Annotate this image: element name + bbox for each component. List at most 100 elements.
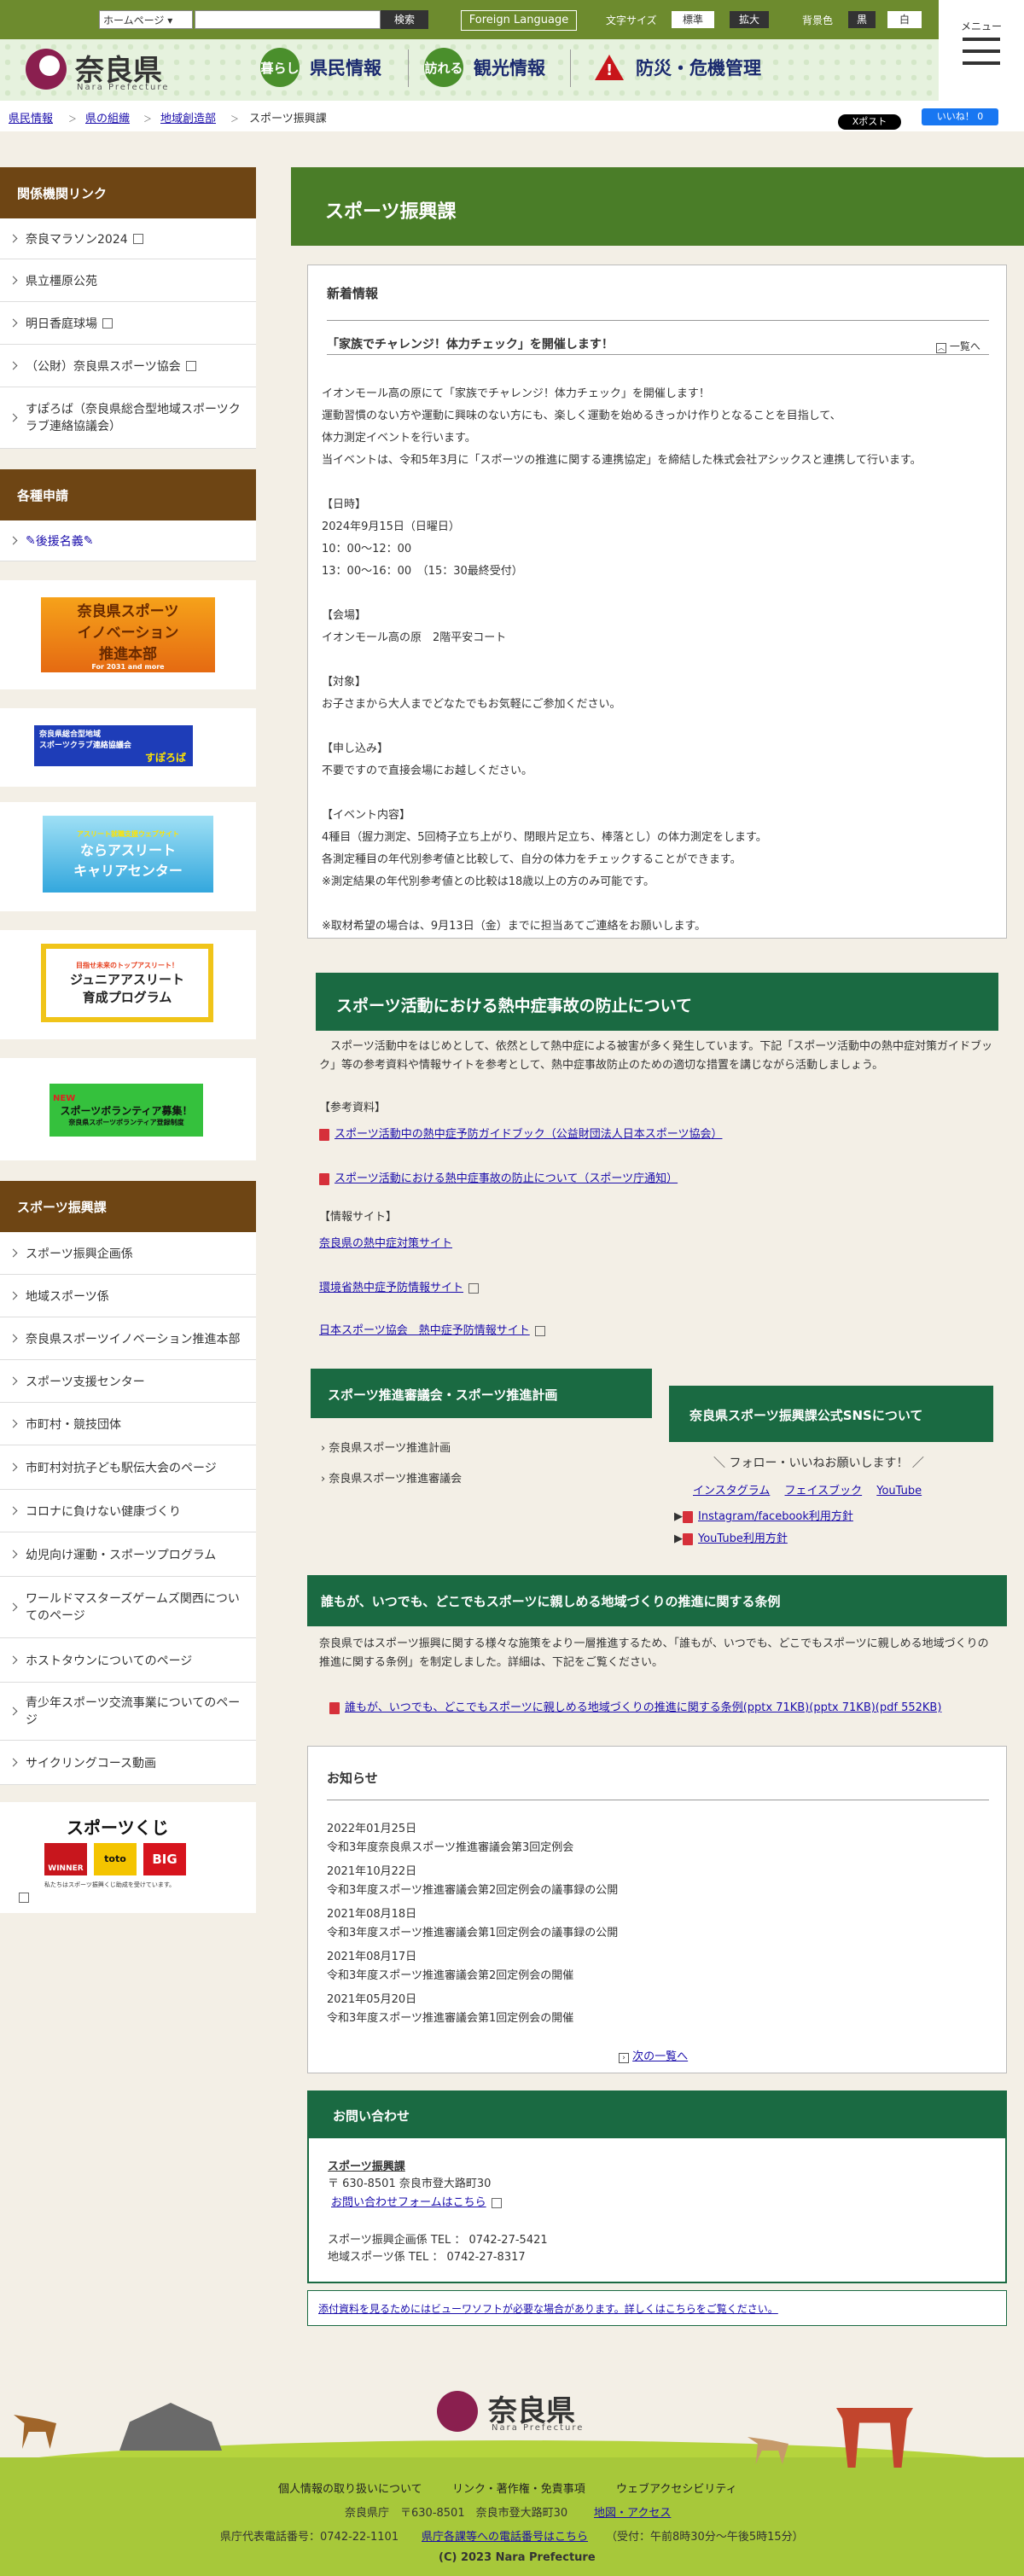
breadcrumb-org[interactable]: 県の組織 xyxy=(85,109,130,125)
sidebar-link-sports-assoc[interactable]: （公財）奈良県スポーツ協会 xyxy=(0,345,256,387)
contact-form-link[interactable]: お問い合わせフォームはこちら xyxy=(331,2193,502,2209)
bg-black-button[interactable]: 黒 xyxy=(848,11,876,28)
news-line xyxy=(322,649,996,672)
site-select[interactable]: ホームページ ▾ xyxy=(99,10,193,29)
ordinance-file-link[interactable]: 誰もが、いつでも、どこでもスポーツに親しめる地域づくりの推進に関する条例(ppt… xyxy=(329,1698,941,1714)
logo-mark-icon xyxy=(26,49,67,90)
news-line: イオンモール高の原 2階平安コート xyxy=(322,631,507,644)
footer-link-accessibility[interactable]: ウェブアクセシビリティ xyxy=(616,2480,737,2496)
font-standard-button[interactable]: 標準 xyxy=(672,11,714,28)
external-link-icon xyxy=(185,360,196,371)
sidebar-link-municipality[interactable]: 市町村・競技団体 xyxy=(0,1403,256,1445)
page-title: スポーツ振興課 xyxy=(325,201,457,223)
contact-tel-community: 地域スポーツ係 TEL ： 0742-27-8317 xyxy=(328,2251,526,2264)
news-list-link[interactable]: ︿ 一覧へ xyxy=(936,339,980,353)
font-large-button[interactable]: 拡大 xyxy=(730,11,769,28)
council-link-plan[interactable]: › 奈良県スポーツ推進計画 xyxy=(321,1439,451,1455)
footer-link-copyright[interactable]: リンク・著作権・免責事項 xyxy=(452,2480,585,2496)
notice-item[interactable]: 2021年08月17日 令和3年度スポーツ推進審議会第2回定例会の開催 xyxy=(327,1948,989,1991)
banner-junior-athlete[interactable]: 目指せ未来のトップアスリート！ ジュニアアスリート 育成プログラム xyxy=(41,944,213,1022)
ref-link-guidebook[interactable]: スポーツ活動中の熱中症予防ガイドブック（公益財団法人日本スポーツ協会） xyxy=(319,1125,722,1141)
menu-button[interactable]: メニュー xyxy=(939,0,1024,85)
sidebar-link-community-sports[interactable]: 地域スポーツ係 xyxy=(0,1275,256,1317)
sns-follow-text: ＼ フォロー・いいねお願いします！ ／ xyxy=(713,1457,924,1470)
site-link-nara[interactable]: 奈良県の熱中症対策サイト xyxy=(319,1234,452,1250)
footer-link-privacy[interactable]: 個人情報の取り扱いについて xyxy=(278,2480,422,2496)
news-line: ※取材希望の場合は、9月13日（金）までに担当あてご連絡をお願いします。 xyxy=(322,920,707,933)
notices-next-link[interactable]: › 次の一覧へ xyxy=(619,2047,688,2063)
pdf-icon xyxy=(329,1701,340,1714)
notice-item[interactable]: 2022年01月25日令和3年度奈良県スポーツ推進審議会第3回定例会 xyxy=(327,1820,989,1863)
sidebar-link-host-town[interactable]: ホストタウンについてのページ xyxy=(0,1638,256,1683)
contact-panel: お問い合わせ スポーツ振興課 〒 630-8501 奈良市登大路町30 お問い合… xyxy=(307,2090,1007,2283)
notice-date: 2021年10月22日 xyxy=(327,1865,417,1878)
banner-sports-innovation[interactable]: 奈良県スポーツ イノベーション 推進本部 For 2031 and more xyxy=(41,597,215,672)
sidebar-link-masters-games[interactable]: ワールドマスターズゲームズ関西についてのページ xyxy=(0,1577,256,1638)
sidebar-link-youth-exchange[interactable]: 青少年スポーツ交流事業についてのページ xyxy=(0,1683,256,1741)
nav-residents[interactable]: 暮らし 県民情報 xyxy=(260,48,381,87)
sidebar-link-kids-program[interactable]: 幼児向け運動・スポーツプログラム xyxy=(0,1532,256,1577)
notice-title: 令和3年度奈良県スポーツ推進審議会第3回定例会 xyxy=(327,1841,574,1854)
site-link-env[interactable]: 環境省熱中症予防情報サイト xyxy=(319,1278,480,1294)
facebook-like-button[interactable]: いいね！ 0 xyxy=(922,108,998,125)
council-link-meeting[interactable]: › 奈良県スポーツ推進審議会 xyxy=(321,1469,462,1486)
banner-sports-volunteer[interactable]: NEW スポーツボランティア募集！ 奈良県スポーツボランティア登録制度 xyxy=(49,1084,203,1137)
sidebar-link-support-center[interactable]: スポーツ支援センター xyxy=(0,1360,256,1403)
nav-disaster[interactable]: 防災・危機管理 xyxy=(595,48,761,87)
sidebar-link-suporoba[interactable]: すぽろば（奈良県総合型地域スポーツクラブ連絡協議会） xyxy=(0,387,256,449)
notice-date: 2022年01月25日 xyxy=(327,1823,417,1835)
banner-suporoba[interactable]: 奈良県総合型地域 スポーツクラブ連絡協議会 すぽろば xyxy=(34,725,193,766)
notice-item[interactable]: 2021年08月18日 令和3年度スポーツ推進審議会第1回定例会の議事録の公開 xyxy=(327,1905,989,1948)
external-link-icon xyxy=(102,317,113,329)
notice-item[interactable]: 2021年05月20日 令和3年度スポーツ推進審議会第1回定例会の開催 xyxy=(327,1991,989,2033)
nav-tourism[interactable]: 訪れる 観光情報 xyxy=(424,48,545,87)
sns-heading: 奈良県スポーツ振興課公式SNSについて xyxy=(669,1386,993,1442)
sidebar-link-innovation[interactable]: 奈良県スポーツイノベーション推進本部 xyxy=(0,1317,256,1360)
news-line: ※測定結果の年代別参考値との比較は18歳以上の方のみ可能です。 xyxy=(322,875,655,888)
foreign-language-button[interactable]: Foreign Language xyxy=(461,10,577,31)
youtube-policy-link[interactable]: ▶ YouTube利用方針 xyxy=(674,1529,788,1545)
page-title-band: スポーツ振興課 xyxy=(291,167,1024,246)
x-post-button[interactable]: Xポスト xyxy=(838,114,901,130)
sidebar-link-ekiden[interactable]: 市町村対抗子ども駅伝大会のページ xyxy=(0,1445,256,1490)
ref-link-notice[interactable]: スポーツ活動における熱中症事故の防止について（スポーツ庁通知） xyxy=(319,1169,678,1185)
toto-banner[interactable]: スポーツくじ WINNER toto BIG 私たちはスポーツ振興くじ助成を受け… xyxy=(0,1802,256,1913)
footer-phone-link[interactable]: 県庁各課等への電話番号はこちら xyxy=(422,2527,588,2544)
search-button[interactable]: 検索 xyxy=(381,10,428,29)
logo-english: Nara Prefecture xyxy=(77,83,170,92)
sidebar-link-planning[interactable]: スポーツ振興企画係 xyxy=(0,1232,256,1275)
sidebar-link-kashihara[interactable]: 県立橿原公苑 xyxy=(0,259,256,302)
site-logo[interactable]: 奈良県 Nara Prefecture xyxy=(24,47,186,95)
chevron-right-icon: ＞ xyxy=(68,115,77,125)
footer-access-link[interactable]: 地図・アクセス xyxy=(594,2503,671,2520)
breadcrumb-residents[interactable]: 県民情報 xyxy=(9,109,53,125)
sidebar-link-nara-marathon[interactable]: 奈良マラソン2024 xyxy=(0,218,256,259)
banner-athlete-career[interactable]: アスリート就職支援ウェブサイト ならアスリート キャリアセンター xyxy=(43,816,213,893)
news-line: 当イベントは、令和5年3月に「スポーツの推進に関する連携協定」を締結した株式会社… xyxy=(322,454,922,467)
instagram-icon[interactable]: インスタグラム xyxy=(693,1485,770,1497)
sidebar-link-covid-health[interactable]: コロナに負けない健康づくり xyxy=(0,1490,256,1532)
menu-label: メニュー xyxy=(960,20,1002,32)
site-link-jspo[interactable]: 日本スポーツ協会 熱中症予防情報サイト xyxy=(319,1321,545,1337)
breadcrumb-current: スポーツ振興課 xyxy=(249,113,327,125)
sidebar-link-sponsorship[interactable]: ✎ 後援名義 ✎ xyxy=(0,520,256,561)
sns-policy-link[interactable]: ▶ Instagram/facebook利用方針 xyxy=(674,1507,853,1523)
ordinance-heading: 誰もが、いつでも、どこでもスポーツに親しめる地域づくりの推進に関する条例 xyxy=(307,1575,1007,1626)
facebook-icon[interactable]: フェイスブック xyxy=(785,1485,863,1497)
site-header: ホームページ ▾ 検索 Foreign Language 文字サイズ 標準 拡大… xyxy=(0,0,1024,131)
news-line xyxy=(322,583,996,605)
sidebar-link-asuka-tennis[interactable]: 明日香庭球場 xyxy=(0,302,256,345)
news-line: 【申し込み】 xyxy=(322,742,389,755)
breadcrumb-dept[interactable]: 地域創造部 xyxy=(160,109,216,125)
youtube-icon[interactable]: YouTube xyxy=(876,1485,922,1497)
notices-panel: お知らせ 2022年01月25日 令和3年度奈良県スポーツ推進審議会第3回定例会 2… xyxy=(307,1746,1007,2073)
bg-white-button[interactable]: 白 xyxy=(887,11,922,28)
notice-title: 令和3年度スポーツ推進審議会第1回定例会の議事録の公開 xyxy=(327,1927,619,1939)
search-input[interactable] xyxy=(195,10,381,29)
news-line: 13：00～16：00 （15：30最終受付） xyxy=(322,565,523,578)
sidebar-link-cycling[interactable]: サイクリングコース動画 xyxy=(0,1741,256,1785)
notice-item[interactable]: 2021年10月22日 令和3年度スポーツ推進審議会第2回定例会の議事録の公開 xyxy=(327,1863,989,1905)
viewer-note-box[interactable]: 添付資料を見るためにはビューワソフトが必要な場合があります。詳しくはこちらをご覧… xyxy=(307,2290,1007,2326)
news-line: 各測定種目の年代別参考値と比較して、自分の体力をチェックすることができます。 xyxy=(322,853,742,866)
news-line: 10：00～12：00 xyxy=(322,543,412,555)
